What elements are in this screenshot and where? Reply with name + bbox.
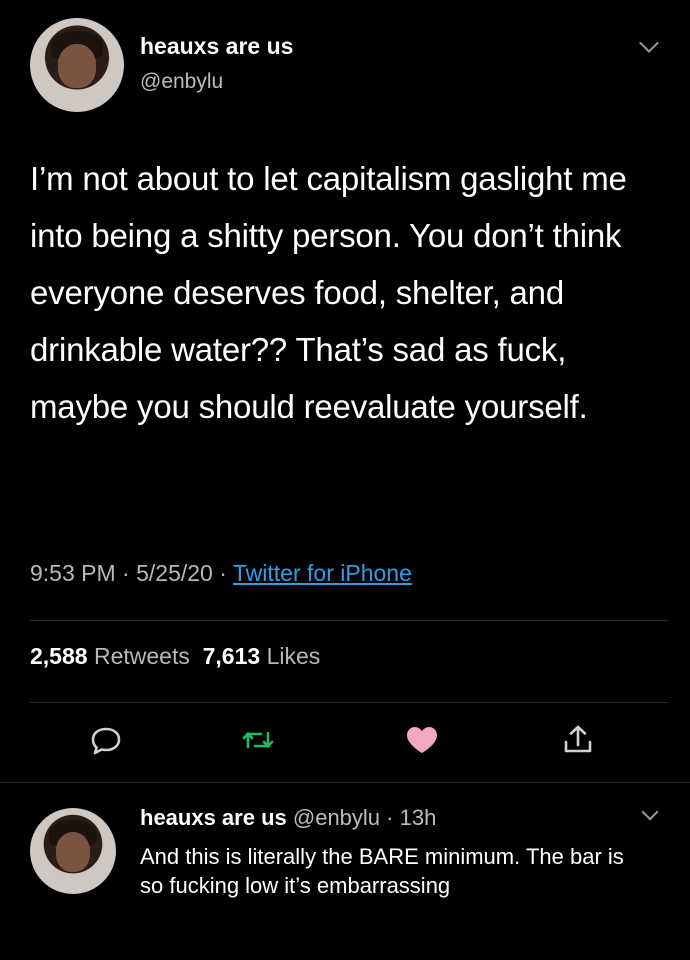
tweet-text: I’m not about to let capitalism gaslight… (30, 160, 627, 425)
divider (30, 620, 668, 621)
like-icon (407, 727, 437, 753)
source-link[interactable]: Twitter for iPhone (233, 560, 412, 586)
divider (0, 782, 690, 783)
retweets-label: Retweets (93, 643, 190, 669)
likes-label: Likes (266, 643, 321, 669)
meta-separator: · (212, 560, 233, 586)
reply-handle[interactable]: @enbylu (293, 805, 380, 830)
likes-stat[interactable]: 7,613 Likes (203, 643, 321, 669)
reply-separator: · (380, 805, 400, 830)
retweets-count: 2,588 (30, 643, 88, 669)
avatar[interactable] (30, 18, 124, 112)
reply-display-name[interactable]: heauxs are us (140, 805, 287, 830)
reply-icon (91, 727, 121, 755)
tweet-date: 5/25/20 (136, 560, 213, 586)
handle[interactable]: @enbylu (140, 70, 223, 94)
tweet-stats: 2,588 Retweets 7,613 Likes (30, 643, 320, 670)
reply-button[interactable] (86, 720, 126, 760)
retweet-button[interactable] (238, 720, 278, 760)
tweet-meta: 9:53 PM · 5/25/20 · Twitter for iPhone (30, 560, 412, 587)
reply-avatar[interactable] (30, 808, 116, 894)
retweet-icon (242, 731, 274, 749)
display-name[interactable]: heauxs are us (140, 33, 293, 60)
meta-separator: · (115, 560, 137, 586)
reply-header: heauxs are us @enbylu · 13h (140, 805, 436, 831)
chevron-down-icon[interactable] (641, 803, 659, 821)
retweets-stat[interactable]: 2,588 Retweets (30, 643, 190, 669)
chevron-down-icon[interactable] (639, 33, 659, 53)
divider (30, 702, 668, 703)
likes-count: 7,613 (202, 643, 261, 669)
share-button[interactable] (558, 720, 598, 760)
reply-text: And this is literally the BARE minimum. … (140, 844, 624, 898)
reply-time: 13h (399, 805, 437, 830)
share-icon (564, 725, 592, 753)
like-button[interactable] (402, 720, 442, 760)
tweet-time: 9:53 PM (30, 560, 116, 586)
